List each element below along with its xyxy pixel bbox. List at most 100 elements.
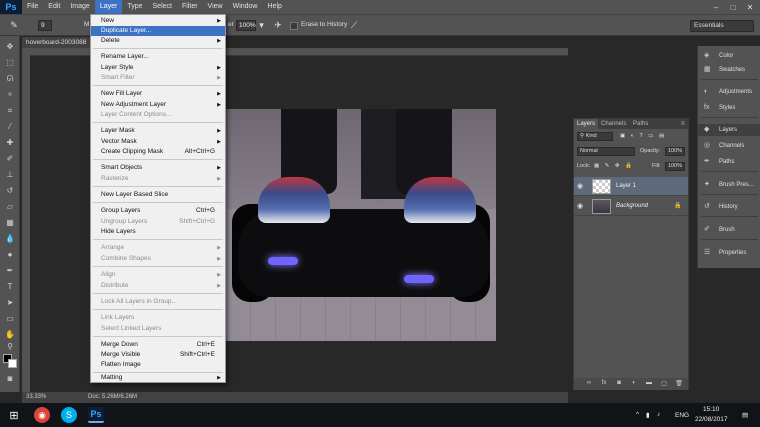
menu-item-group-layers[interactable]: Group Layers Ctrl+G <box>91 206 225 216</box>
quick-mask-icon[interactable]: ◙ <box>3 374 17 384</box>
skype-icon[interactable]: S <box>61 407 77 423</box>
dock-item-channels[interactable]: ◎ Channels <box>698 140 760 152</box>
menu-item-new-adjustment-layer[interactable]: New Adjustment Layer ▶ <box>91 100 225 110</box>
tray-chevron-icon[interactable]: ^ <box>636 411 639 418</box>
hoverboard-photo[interactable] <box>226 109 496 341</box>
healing-tool-icon[interactable]: ✚ <box>3 138 17 148</box>
shape-tool-icon[interactable]: ▭ <box>3 314 17 324</box>
crop-tool-icon[interactable]: ⌗ <box>3 106 17 116</box>
dock-item-adjustments[interactable]: ◐ Adjustments <box>698 86 760 98</box>
menu-view[interactable]: View <box>203 0 228 14</box>
dodge-tool-icon[interactable]: ● <box>3 250 17 260</box>
mask-icon[interactable]: ◙ <box>614 380 624 386</box>
lasso-tool-icon[interactable]: ᘏ <box>3 74 17 84</box>
menu-item-duplicate-layer[interactable]: Duplicate Layer... <box>91 26 225 36</box>
menu-item-vector-mask[interactable]: Vector Mask ▶ <box>91 137 225 147</box>
clock-time[interactable]: 15:10 <box>703 406 719 413</box>
menu-item-new-fill-layer[interactable]: New Fill Layer ▶ <box>91 89 225 99</box>
menu-item-merge-down[interactable]: Merge Down Ctrl+E <box>91 340 225 350</box>
dock-item-brush-presets[interactable]: ✦ Brush Pres... <box>698 179 760 191</box>
dock-item-paths[interactable]: ✒ Paths <box>698 156 760 168</box>
hand-tool-icon[interactable]: ✋ <box>3 330 17 340</box>
menu-select[interactable]: Select <box>148 0 177 14</box>
brush-tool-icon[interactable]: ✐ <box>3 154 17 164</box>
tab-layers[interactable]: Layers <box>574 119 599 129</box>
lock-icons[interactable]: ▦ ✎ ✥ 🔒 <box>594 163 634 169</box>
menu-item-merge-visible[interactable]: Merge Visible Shift+Ctrl+E <box>91 350 225 360</box>
eraser-tool-icon[interactable]: ✎ <box>6 19 22 32</box>
gradient-tool-icon[interactable]: ▦ <box>3 218 17 228</box>
windows-start-icon[interactable]: ⊞ <box>6 407 22 423</box>
pressure-icon[interactable]: ⟋ <box>346 19 362 32</box>
link-icon[interactable]: ∞ <box>584 380 594 386</box>
menu-item-smart-objects[interactable]: Smart Objects ▶ <box>91 163 225 173</box>
menu-item-matting[interactable]: Matting ▶ <box>91 373 225 383</box>
adjustment-icon[interactable]: ◐ <box>629 380 639 386</box>
menu-item-layer-mask[interactable]: Layer Mask ▶ <box>91 126 225 136</box>
menu-type[interactable]: Type <box>122 0 147 14</box>
eye-icon[interactable]: ◉ <box>577 202 583 210</box>
erase-to-history-checkbox[interactable] <box>290 22 298 30</box>
blend-mode-select[interactable]: Normal <box>577 147 635 156</box>
menu-file[interactable]: File <box>22 0 43 14</box>
menu-item-create-clipping-mask[interactable]: Create Clipping Mask Alt+Ctrl+G <box>91 147 225 157</box>
menu-filter[interactable]: Filter <box>177 0 203 14</box>
clock-date[interactable]: 22/08/2017 <box>695 416 728 423</box>
airbrush-icon[interactable]: ✈ <box>270 19 286 32</box>
fx-icon[interactable]: fx <box>599 380 609 386</box>
dock-item-styles[interactable]: fx Styles <box>698 102 760 114</box>
marquee-tool-icon[interactable]: ⬚ <box>3 58 17 68</box>
tab-paths[interactable]: Paths <box>630 119 651 129</box>
menu-layer[interactable]: Layer <box>94 0 123 14</box>
menu-item-new[interactable]: New ▶ <box>91 16 225 26</box>
volume-icon[interactable]: ♪ <box>657 411 660 418</box>
workspace-selector[interactable]: Essentials <box>690 20 754 32</box>
flow-input[interactable]: 100% <box>236 20 256 31</box>
quick-select-tool-icon[interactable]: ✧ <box>3 90 17 100</box>
menu-item-flatten-image[interactable]: Flatten Image <box>91 360 225 370</box>
history-brush-tool-icon[interactable]: ↺ <box>3 186 17 196</box>
trash-icon[interactable]: 🗑 <box>674 380 684 387</box>
photoshop-taskbar-icon[interactable]: Ps <box>88 407 104 423</box>
layer-row-background[interactable]: ◉ Background 🔒 <box>574 197 688 216</box>
layer-row-layer-1[interactable]: ◉ Layer 1 <box>574 177 688 196</box>
notifications-icon[interactable]: ▤ <box>742 411 748 419</box>
menu-item-layer-style[interactable]: Layer Style ▶ <box>91 63 225 73</box>
dock-item-history[interactable]: ↺ History <box>698 201 760 213</box>
menu-item-rename-layer[interactable]: Rename Layer... <box>91 52 225 62</box>
dock-item-color[interactable]: ◈ Color <box>698 50 760 62</box>
close-button[interactable]: ✕ <box>742 0 758 14</box>
opacity-input[interactable]: 100% <box>665 147 685 156</box>
menu-image[interactable]: Image <box>65 0 94 14</box>
menu-item-new-layer-based-slice[interactable]: New Layer Based Slice <box>91 190 225 200</box>
chrome-icon[interactable]: ◉ <box>34 407 50 423</box>
pen-tool-icon[interactable]: ✒ <box>3 266 17 276</box>
filter-kind-select[interactable]: ⚲ Kind <box>577 132 613 141</box>
zoom-tool-icon[interactable]: ⚲ <box>3 342 17 352</box>
move-tool-icon[interactable]: ✥ <box>3 42 17 52</box>
document-tab[interactable]: hoverboard-2003088 <box>22 37 92 48</box>
eraser-icon[interactable]: ▱ <box>3 202 17 212</box>
chevron-down-icon[interactable]: ▾ <box>257 19 266 32</box>
tab-channels[interactable]: Channels <box>598 119 629 129</box>
dock-item-properties[interactable]: ☰ Properties <box>698 247 760 259</box>
zoom-level[interactable]: 33.33% <box>26 394 46 400</box>
dock-item-layers[interactable]: ◆ Layers <box>698 124 760 136</box>
panel-menu-icon[interactable]: ≡ <box>678 119 688 129</box>
filter-icons[interactable]: ▣ ◐ T ▭ ▤ <box>620 133 666 139</box>
blur-tool-icon[interactable]: 💧 <box>3 234 17 244</box>
type-tool-icon[interactable]: T <box>3 282 17 292</box>
dock-item-brush[interactable]: ✐ Brush <box>698 224 760 236</box>
path-select-tool-icon[interactable]: ➤ <box>3 298 17 308</box>
new-layer-icon[interactable]: ▢ <box>659 380 669 387</box>
menu-item-hide-layers[interactable]: Hide Layers <box>91 227 225 237</box>
folder-icon[interactable]: ▬ <box>644 380 654 386</box>
dock-item-swatches[interactable]: ▦ Swatches <box>698 64 760 76</box>
eye-icon[interactable]: ◉ <box>577 182 583 190</box>
doc-size[interactable]: Doc: 5.26M/6.26M <box>88 394 137 400</box>
menu-window[interactable]: Window <box>228 0 263 14</box>
stamp-tool-icon[interactable]: ⊥ <box>3 170 17 180</box>
minimize-button[interactable]: – <box>708 0 724 14</box>
menu-edit[interactable]: Edit <box>43 0 65 14</box>
maximize-button[interactable]: □ <box>725 0 741 14</box>
